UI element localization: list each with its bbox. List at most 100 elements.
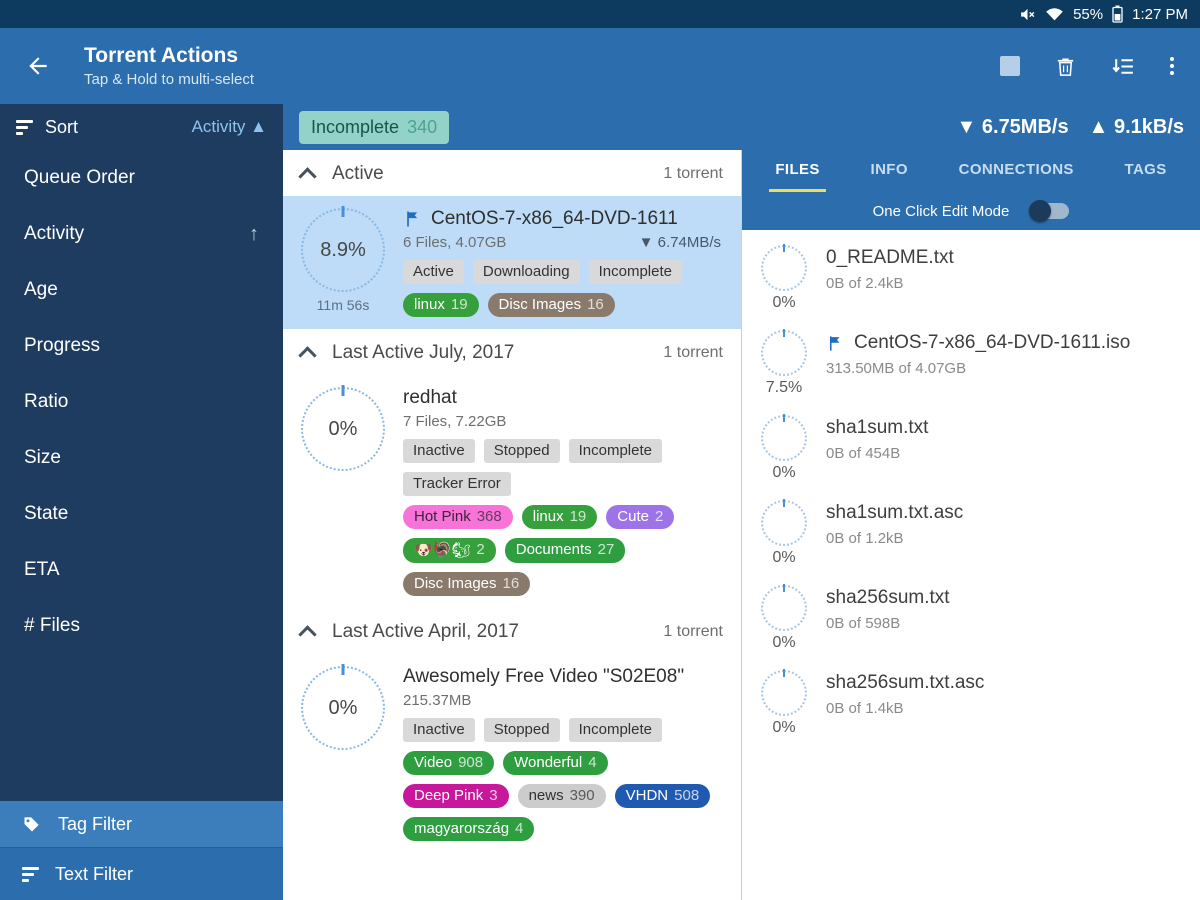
delete-icon[interactable] — [1054, 55, 1077, 78]
tag-chip[interactable]: news390 — [518, 784, 606, 808]
file-progress: 0% — [758, 464, 810, 482]
torrent-progress-column: 8.9% 11m 56s — [293, 208, 393, 317]
file-name-text: 0_README.txt — [826, 247, 954, 269]
sidebar-item-eta[interactable]: ETA — [0, 542, 283, 598]
tag-chip[interactable]: linux19 — [403, 293, 479, 317]
back-arrow-icon[interactable] — [16, 53, 60, 79]
file-name-text: sha256sum.txt.asc — [826, 672, 984, 694]
tag-chip[interactable]: Cute2 — [606, 505, 674, 529]
tab-tags[interactable]: TAGS — [1119, 150, 1173, 192]
sidebar-item-state[interactable]: State — [0, 486, 283, 542]
tab-files[interactable]: FILES — [769, 150, 826, 192]
group-title: Last Active July, 2017 — [332, 342, 514, 364]
tag-chip[interactable]: Video908 — [403, 751, 494, 775]
file-name-text: sha256sum.txt — [826, 587, 950, 609]
torrent-speed: ▼ 6.74MB/s — [639, 234, 721, 251]
group-header-april-2017[interactable]: Last Active April, 2017 1 torrent — [283, 608, 741, 654]
tag-label: magyarország — [414, 820, 509, 837]
torrent-item-awesomely-free-video[interactable]: 0% Awesomely Free Video "S02E08" 215.37M… — [283, 654, 741, 853]
torrent-item-centos[interactable]: 8.9% 11m 56s CentOS-7-x86_64-DVD-1611 6 … — [283, 196, 741, 329]
sidebar-item-label: Size — [24, 447, 61, 469]
sidebar-item-age[interactable]: Age — [0, 262, 283, 318]
sidebar-item-queue-order[interactable]: Queue Order — [0, 150, 283, 206]
tag-chip[interactable]: Disc Images16 — [403, 572, 530, 596]
overflow-menu-icon[interactable] — [1170, 57, 1174, 75]
group-header-active[interactable]: Active 1 torrent — [283, 150, 741, 196]
tab-connections[interactable]: CONNECTIONS — [953, 150, 1080, 192]
file-row[interactable]: 0% sha1sum.txt.asc 0B of 1.2kB — [742, 491, 1200, 576]
download-speed: ▼ 6.75MB/s — [957, 116, 1069, 139]
tag-chip[interactable]: Wonderful4 — [503, 751, 607, 775]
sort-current-value: Activity ▲ — [192, 117, 267, 137]
file-name-text: sha1sum.txt.asc — [826, 502, 963, 524]
group-title: Active — [332, 163, 384, 185]
group-header-july-2017[interactable]: Last Active July, 2017 1 torrent — [283, 329, 741, 375]
file-name-text: sha1sum.txt — [826, 417, 928, 439]
tag-count: 16 — [587, 296, 604, 313]
upload-speed: ▲ 9.1kB/s — [1089, 116, 1184, 139]
active-filter-chip[interactable]: Incomplete 340 — [299, 111, 449, 144]
tag-chip[interactable]: VHDN508 — [615, 784, 711, 808]
sidebar-item-label: Queue Order — [24, 167, 135, 189]
tag-chip-row: linux19 Disc Images16 — [403, 293, 727, 317]
collapse-chevron-icon[interactable] — [298, 625, 316, 643]
tab-info[interactable]: INFO — [865, 150, 914, 192]
select-all-icon[interactable] — [1000, 56, 1020, 76]
torrent-item-redhat[interactable]: 0% redhat 7 Files, 7.22GB Inactive Stopp… — [283, 375, 741, 608]
status-chip: Incomplete — [589, 260, 682, 284]
tag-chip[interactable]: Hot Pink368 — [403, 505, 513, 529]
torrent-progress-circle: 8.9% — [301, 208, 385, 292]
wifi-icon — [1045, 6, 1064, 22]
file-row[interactable]: 0% 0_README.txt 0B of 2.4kB — [742, 236, 1200, 321]
filter-chip-count: 340 — [407, 117, 437, 138]
detail-panel: FILES INFO CONNECTIONS TAGS One Click Ed… — [741, 150, 1200, 900]
sidebar-item-label: # Files — [24, 615, 80, 637]
file-row[interactable]: 0% sha256sum.txt.asc 0B of 1.4kB — [742, 661, 1200, 746]
tag-chip-row: Hot Pink368 linux19 Cute2 — [403, 505, 727, 529]
tag-chip[interactable]: Deep Pink3 — [403, 784, 509, 808]
status-chip: Stopped — [484, 439, 560, 463]
filter-and-speed-strip: Incomplete 340 ▼ 6.75MB/s ▲ 9.1kB/s — [283, 104, 1200, 150]
tag-chip[interactable]: magyarország4 — [403, 817, 534, 841]
collapse-chevron-icon[interactable] — [298, 346, 316, 364]
sidebar-item-size[interactable]: Size — [0, 430, 283, 486]
reorder-icon[interactable] — [1111, 54, 1136, 79]
battery-icon — [1112, 5, 1123, 23]
sidebar-item-ratio[interactable]: Ratio — [0, 374, 283, 430]
tag-count: 19 — [451, 296, 468, 313]
clock: 1:27 PM — [1132, 6, 1188, 23]
torrent-title: redhat — [403, 387, 457, 409]
sidebar-item-progress[interactable]: Progress — [0, 318, 283, 374]
app-bar-titles: Torrent Actions Tap & Hold to multi-sele… — [84, 44, 1000, 88]
tag-count: 19 — [570, 508, 587, 525]
torrent-eta: 11m 56s — [317, 297, 370, 313]
sort-header[interactable]: Sort Activity ▲ — [0, 104, 283, 150]
collapse-chevron-icon[interactable] — [298, 167, 316, 185]
file-progress-circle — [761, 500, 807, 546]
tag-chip-row: Deep Pink3 news390 VHDN508 — [403, 784, 727, 808]
file-row[interactable]: 0% sha256sum.txt 0B of 598B — [742, 576, 1200, 661]
page-subtitle: Tap & Hold to multi-select — [84, 71, 1000, 88]
file-size: 313.50MB of 4.07GB — [826, 360, 1130, 377]
text-filter-button[interactable]: Text Filter — [0, 847, 283, 900]
torrent-progress-circle: 0% — [301, 387, 385, 471]
tag-chip[interactable]: Documents27 — [505, 538, 626, 563]
file-list: 0% 0_README.txt 0B of 2.4kB 7.5% — [742, 230, 1200, 900]
edit-mode-toggle[interactable] — [1031, 203, 1069, 219]
file-row[interactable]: 0% sha1sum.txt 0B of 454B — [742, 406, 1200, 491]
tag-chip[interactable]: 🐶🦃🐿2 — [403, 538, 496, 563]
torrent-progress-column: 0% — [293, 666, 393, 841]
sidebar-item-activity[interactable]: Activity ↑ — [0, 206, 283, 262]
tag-chip-row: Disc Images16 — [403, 572, 727, 596]
tag-label: Hot Pink — [414, 508, 471, 525]
sidebar-item-num-files[interactable]: # Files — [0, 598, 283, 654]
file-progress: 0% — [758, 294, 810, 312]
file-progress: 0% — [758, 719, 810, 737]
tag-filter-button[interactable]: Tag Filter — [0, 801, 283, 847]
status-chip: Stopped — [484, 718, 560, 742]
status-chip: Downloading — [473, 260, 580, 284]
status-chip: Inactive — [403, 718, 475, 742]
tag-chip[interactable]: linux19 — [522, 505, 598, 529]
tag-chip[interactable]: Disc Images16 — [488, 293, 615, 317]
file-row[interactable]: 7.5% CentOS-7-x86_64-DVD-1611.iso 313.50… — [742, 321, 1200, 406]
